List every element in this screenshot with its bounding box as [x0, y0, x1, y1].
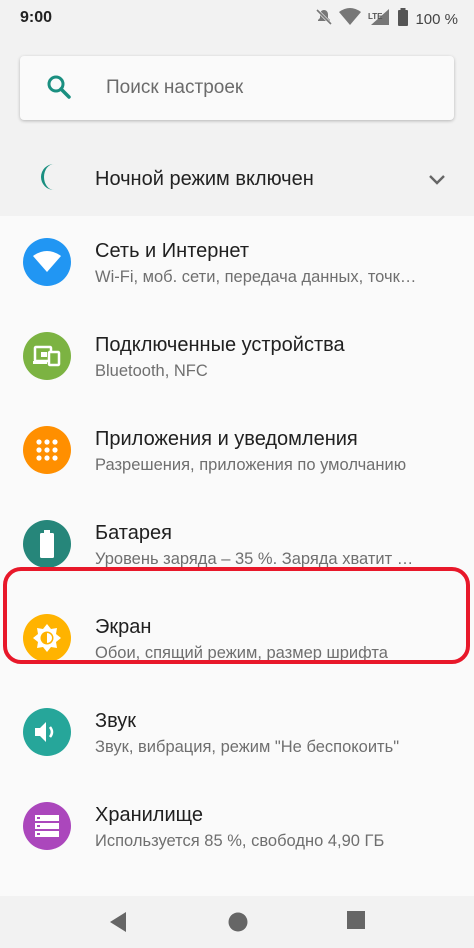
settings-item-apps[interactable]: Приложения и уведомления Разрешения, при…	[0, 404, 474, 498]
battery-percent: 100 %	[415, 11, 458, 28]
status-icons: LTE 100 %	[315, 8, 458, 31]
settings-item-network[interactable]: Сеть и Интернет Wi-Fi, моб. сети, переда…	[0, 216, 474, 310]
status-time: 9:00	[20, 9, 53, 26]
settings-item-title: Подключенные устройства	[95, 334, 345, 356]
settings-item-subtitle: Разрешения, приложения по умолчанию	[95, 456, 407, 474]
settings-item-title: Батарея	[95, 522, 172, 544]
back-icon[interactable]	[108, 910, 128, 939]
settings-item-subtitle: Bluetooth, NFC	[95, 362, 208, 380]
settings-item-sound[interactable]: Звук Звук, вибрация, режим "Не беспокоит…	[0, 686, 474, 780]
status-bar: 9:00 LTE 100 %	[0, 0, 474, 36]
settings-item-subtitle: Wi-Fi, моб. сети, передача данных, точк…	[95, 268, 417, 286]
svg-text:LTE: LTE	[368, 12, 383, 21]
settings-item-title: Хранилище	[95, 804, 203, 826]
devices-icon	[23, 332, 71, 380]
settings-list: Сеть и Интернет Wi-Fi, моб. сети, переда…	[0, 216, 474, 896]
settings-item-title: Звук	[95, 710, 137, 732]
moon-icon	[34, 162, 62, 197]
home-icon[interactable]	[227, 911, 249, 938]
volume-icon	[23, 708, 71, 756]
search-bar[interactable]: Поиск настроек	[20, 56, 454, 120]
settings-item-storage[interactable]: Хранилище Используется 85 %, свободно 4,…	[0, 780, 474, 874]
night-mode-label: Ночной режим включен	[95, 168, 314, 190]
navigation-bar	[0, 896, 474, 948]
recent-apps-icon[interactable]	[346, 910, 366, 935]
apps-icon	[23, 426, 71, 474]
storage-icon	[23, 802, 71, 850]
settings-item-subtitle: Звук, вибрация, режим "Не беспокоить"	[95, 738, 400, 756]
settings-item-connected-devices[interactable]: Подключенные устройства Bluetooth, NFC	[0, 310, 474, 404]
chevron-down-icon[interactable]	[424, 169, 450, 194]
mute-icon	[315, 8, 333, 31]
search-input[interactable]: Поиск настроек	[106, 77, 243, 99]
settings-item-title: Приложения и уведомления	[95, 428, 358, 450]
search-icon	[46, 74, 72, 105]
battery-icon	[23, 520, 71, 568]
settings-item-title: Сеть и Интернет	[95, 240, 250, 262]
wifi-icon	[23, 238, 71, 286]
battery-icon	[397, 8, 409, 31]
night-mode-row[interactable]: Ночной режим включен	[0, 142, 474, 216]
settings-item-subtitle: Используется 85 %, свободно 4,90 ГБ	[95, 832, 385, 850]
wifi-icon	[339, 8, 362, 31]
lte-signal-icon: LTE	[367, 8, 391, 31]
highlight-frame	[3, 567, 470, 664]
